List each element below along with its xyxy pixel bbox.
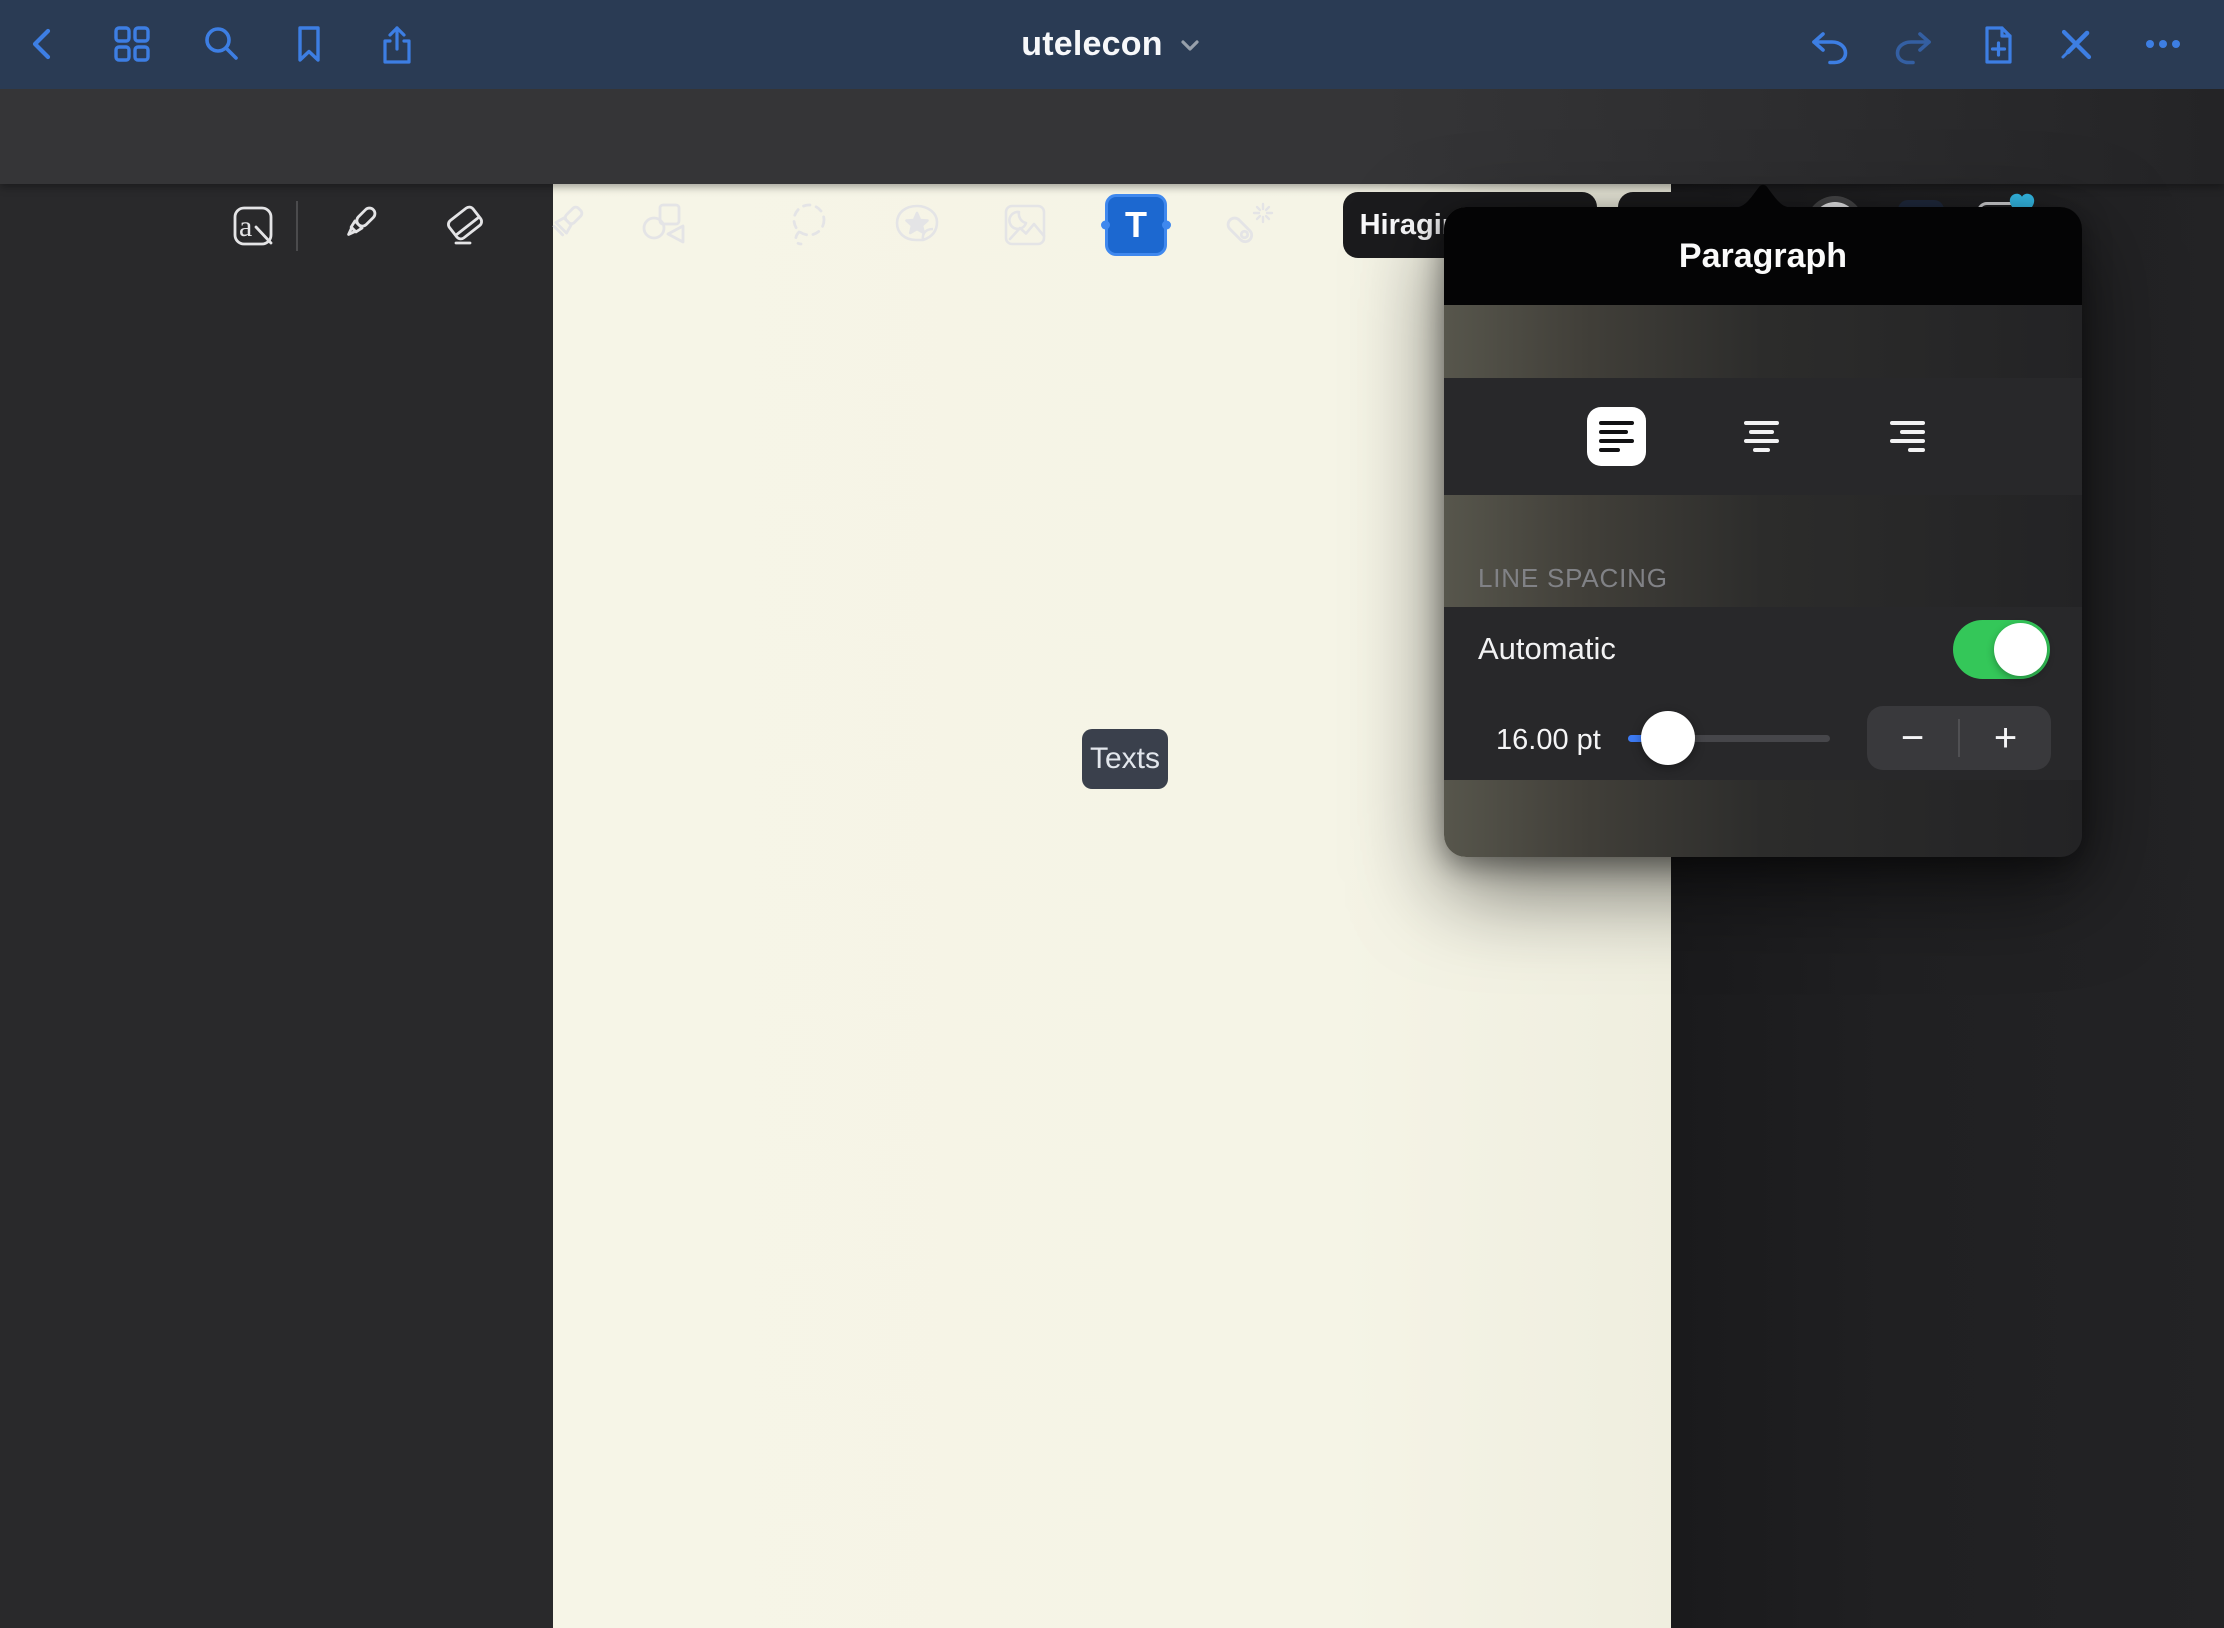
laser-pointer-tool[interactable] (1222, 199, 1274, 251)
eraser-tool[interactable] (439, 199, 491, 251)
pen-icon (334, 199, 386, 251)
highlighter-tool[interactable] (541, 199, 593, 251)
popover-body: Paragraph LINE SPACING Automatic (1444, 207, 2082, 857)
ellipsis-icon (2141, 22, 2185, 66)
app-screen: utelecon (0, 0, 2224, 1628)
sticker-star-icon (891, 199, 943, 251)
workspace-background-left (0, 184, 553, 1628)
add-page-button[interactable] (1975, 22, 2019, 66)
pen-tool[interactable] (334, 199, 386, 251)
popover-header: Paragraph (1444, 207, 2082, 305)
align-left-option[interactable] (1587, 407, 1646, 466)
top-navigation-bar: utelecon (0, 0, 2224, 89)
slider-knob[interactable] (1641, 711, 1695, 765)
lasso-icon (782, 199, 834, 251)
decrease-button[interactable]: − (1867, 716, 1958, 761)
shapes-icon (637, 199, 689, 251)
text-object[interactable]: Texts (1082, 729, 1168, 789)
alignment-options-row (1444, 378, 2082, 495)
stop-editing-button[interactable] (2054, 22, 2098, 66)
redo-button[interactable] (1891, 22, 1935, 66)
elements-tool[interactable] (891, 199, 943, 251)
line-spacing-controls: Automatic 16.00 pt − + (1444, 607, 2082, 780)
image-icon (999, 199, 1051, 251)
image-tool[interactable] (999, 199, 1051, 251)
automatic-toggle[interactable] (1953, 620, 2050, 679)
line-spacing-section-label: LINE SPACING (1478, 563, 1668, 594)
highlighter-icon (541, 199, 593, 251)
chevron-down-icon (1177, 32, 1203, 58)
toolbar-divider (296, 201, 298, 251)
crossed-pen-icon (2054, 22, 2098, 66)
zoom-window-icon: a (226, 199, 278, 251)
eraser-icon (439, 199, 491, 251)
paragraph-popover: Paragraph LINE SPACING Automatic (1444, 207, 2082, 857)
text-tool-glyph: T (1125, 204, 1147, 246)
text-tool-handle (1162, 221, 1171, 230)
laser-pointer-icon (1222, 199, 1274, 251)
increase-button[interactable]: + (1960, 716, 2051, 761)
popover-arrow (1731, 178, 1795, 208)
align-center-option[interactable] (1732, 407, 1791, 466)
text-tool[interactable]: T (1105, 194, 1167, 256)
text-object-label: Texts (1090, 742, 1160, 776)
document-title: utelecon (1021, 25, 1162, 64)
lasso-tool[interactable] (782, 199, 834, 251)
line-spacing-value: 16.00 pt (1496, 724, 1601, 757)
text-tool-handle (1101, 221, 1110, 230)
undo-icon (1808, 22, 1852, 66)
tool-bar: a (0, 89, 2224, 184)
undo-button[interactable] (1808, 22, 1852, 66)
popover-title: Paragraph (1679, 237, 1847, 276)
line-spacing-slider[interactable] (1628, 707, 1830, 769)
more-button[interactable] (2141, 22, 2185, 66)
line-spacing-stepper: − + (1867, 706, 2051, 770)
align-right-option[interactable] (1878, 407, 1937, 466)
zoom-window-tool[interactable]: a (226, 199, 278, 251)
shapes-tool[interactable] (637, 199, 689, 251)
add-page-icon (1975, 22, 2019, 66)
redo-icon (1891, 22, 1935, 66)
toggle-knob (1994, 623, 2047, 676)
svg-text:a: a (239, 210, 252, 243)
automatic-label: Automatic (1478, 631, 1616, 667)
